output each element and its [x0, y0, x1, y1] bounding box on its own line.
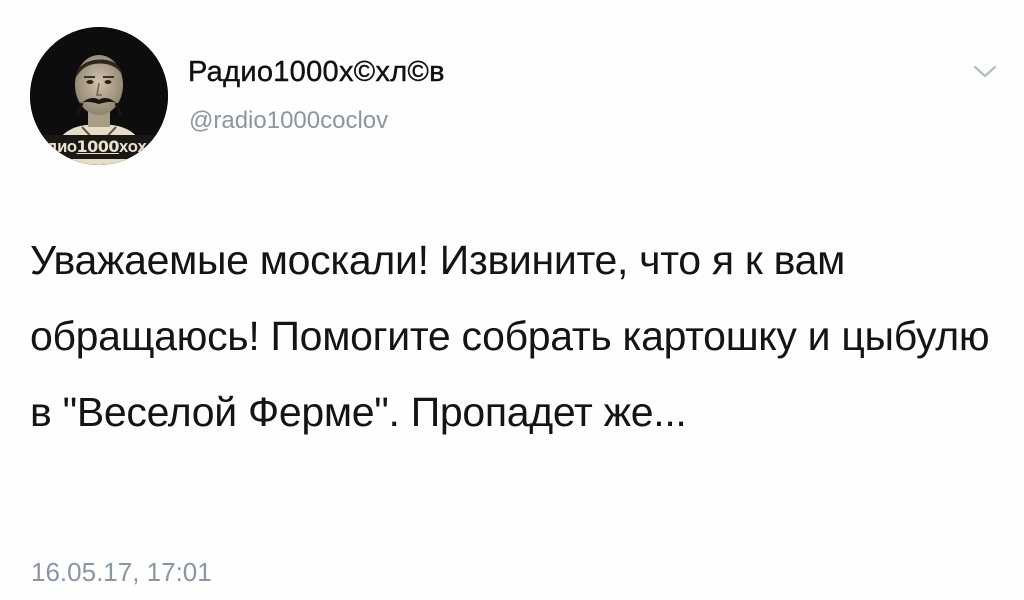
chevron-down-icon[interactable] — [972, 63, 998, 81]
avatar[interactable]: РАДИО1000ХОХЛОВ — [30, 27, 168, 165]
tweet-timestamp[interactable]: 16.05.17, 17:01 — [31, 557, 212, 588]
author-display-name[interactable]: Радио1000х©хл©в — [188, 56, 445, 89]
tweet-card: РАДИО1000ХОХЛОВ Радио1000х©хл©в @radio10… — [0, 0, 1024, 600]
tweet-text: Уважаемые москали! Извините, что я к вам… — [30, 237, 990, 435]
author-handle[interactable]: @radio1000coclov — [189, 107, 388, 135]
avatar-logo-text: РАДИО1000ХОХЛОВ — [30, 135, 168, 159]
